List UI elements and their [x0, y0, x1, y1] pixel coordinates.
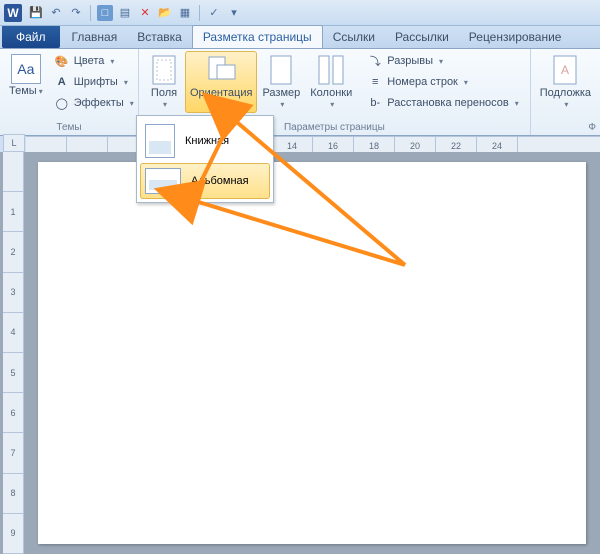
redo-icon[interactable]: ↷: [68, 5, 84, 21]
fonts-icon: A: [54, 74, 70, 90]
portrait-icon: [145, 124, 175, 158]
undo-icon[interactable]: ↶: [48, 5, 64, 21]
size-button[interactable]: Размер▾: [257, 51, 305, 113]
group-page-background: A Подложка▾ Ф: [531, 49, 600, 135]
quick-print-icon[interactable]: ✕: [137, 5, 153, 21]
ruler-mark: 4: [3, 313, 23, 353]
tab-mailings[interactable]: Рассылки: [385, 26, 459, 48]
orientation-dropdown: Книжная Альбомная: [136, 115, 274, 203]
orientation-icon: [205, 54, 237, 86]
columns-label: Колонки▾: [310, 88, 352, 110]
tab-references[interactable]: Ссылки: [323, 26, 385, 48]
save-as-icon[interactable]: ▤: [117, 5, 133, 21]
portrait-label: Книжная: [185, 135, 229, 147]
tab-insert[interactable]: Вставка: [127, 26, 192, 48]
word-app-icon: W: [4, 4, 22, 22]
group-background-label: Ф: [531, 122, 600, 133]
theme-fonts-button[interactable]: A Шрифты▾: [50, 72, 138, 92]
ruler-mark: 7: [3, 433, 23, 473]
group-themes-label: Темы: [0, 122, 138, 133]
line-numbers-button[interactable]: ≡ Номера строк▾: [363, 72, 523, 92]
theme-colors-label: Цвета: [74, 55, 105, 67]
colors-icon: 🎨: [54, 53, 70, 69]
tab-page-layout[interactable]: Разметка страницы: [192, 25, 323, 48]
ruler-mark: 8: [3, 474, 23, 514]
ruler-mark: 6: [3, 393, 23, 433]
print-preview-icon[interactable]: ▦: [177, 5, 193, 21]
tab-home[interactable]: Главная: [62, 26, 128, 48]
hyphenation-icon: b‑: [367, 95, 383, 111]
themes-button[interactable]: Aa Темы▾: [4, 51, 48, 100]
themes-label: Темы▾: [9, 86, 43, 97]
save-icon[interactable]: 💾: [28, 5, 44, 21]
breaks-icon: ⤵: [367, 53, 383, 69]
qat-more-icon[interactable]: ▾: [226, 5, 242, 21]
orientation-portrait-item[interactable]: Книжная: [140, 119, 270, 163]
effects-icon: ◯: [54, 95, 70, 111]
ruler-mark: 5: [3, 353, 23, 393]
workspace: 1 2 3 4 5 6 7 8 9: [0, 152, 600, 554]
document-area[interactable]: [24, 152, 600, 554]
ruler-mark: 1: [3, 192, 23, 232]
ruler-mark: [3, 152, 23, 192]
theme-effects-label: Эффекты: [74, 97, 124, 109]
orientation-button[interactable]: Ориентация▾: [185, 51, 257, 113]
columns-icon: [315, 54, 347, 86]
spelling-icon[interactable]: ✓: [206, 5, 222, 21]
ribbon-tabs: Файл Главная Вставка Разметка страницы С…: [0, 26, 600, 49]
theme-colors-button[interactable]: 🎨 Цвета▾: [50, 51, 138, 71]
watermark-label: Подложка▾: [540, 88, 591, 110]
line-numbers-icon: ≡: [367, 74, 383, 90]
orientation-landscape-item[interactable]: Альбомная: [140, 163, 270, 199]
tab-review[interactable]: Рецензирование: [459, 26, 572, 48]
margins-label: Поля▾: [151, 88, 177, 110]
themes-icon: Aa: [11, 54, 41, 84]
title-bar: W 💾 ↶ ↷ □ ▤ ✕ 📂 ▦ ✓ ▾: [0, 0, 600, 26]
document-page[interactable]: [38, 162, 586, 544]
quick-access-toolbar: 💾 ↶ ↷ □ ▤ ✕ 📂 ▦ ✓ ▾: [28, 5, 242, 21]
ruler-corner[interactable]: L: [3, 134, 25, 152]
ruler-mark: 9: [3, 514, 23, 554]
group-themes: Aa Темы▾ 🎨 Цвета▾ A Шрифты▾ ◯ Эффекты▾: [0, 49, 139, 135]
qat-separator: [90, 5, 91, 21]
columns-button[interactable]: Колонки▾: [305, 51, 357, 113]
line-numbers-label: Номера строк: [387, 76, 458, 88]
landscape-icon: [145, 168, 181, 194]
qat-separator: [199, 5, 200, 21]
hyphenation-label: Расстановка переносов: [387, 97, 508, 109]
ribbon: Aa Темы▾ 🎨 Цвета▾ A Шрифты▾ ◯ Эффекты▾: [0, 49, 600, 136]
ruler-mark: 3: [3, 273, 23, 313]
vertical-ruler[interactable]: 1 2 3 4 5 6 7 8 9: [3, 152, 24, 554]
orientation-label: Ориентация▾: [190, 88, 252, 110]
theme-effects-button[interactable]: ◯ Эффекты▾: [50, 93, 138, 113]
hyphenation-button[interactable]: b‑ Расстановка переносов▾: [363, 93, 523, 113]
margins-icon: [148, 54, 180, 86]
breaks-button[interactable]: ⤵ Разрывы▾: [363, 51, 523, 71]
watermark-button[interactable]: A Подложка▾: [535, 51, 596, 113]
margins-button[interactable]: Поля▾: [143, 51, 185, 113]
svg-text:A: A: [561, 63, 569, 77]
tab-file[interactable]: Файл: [2, 26, 60, 48]
ruler-mark: 2: [3, 232, 23, 272]
landscape-label: Альбомная: [191, 175, 249, 187]
new-icon[interactable]: □: [97, 5, 113, 21]
app-window: W 💾 ↶ ↷ □ ▤ ✕ 📂 ▦ ✓ ▾ Файл Главная Встав…: [0, 0, 600, 554]
open-icon[interactable]: 📂: [157, 5, 173, 21]
size-label: Размер▾: [262, 88, 300, 110]
watermark-icon: A: [549, 54, 581, 86]
theme-fonts-label: Шрифты: [74, 76, 118, 88]
size-icon: [265, 54, 297, 86]
breaks-label: Разрывы: [387, 55, 433, 67]
